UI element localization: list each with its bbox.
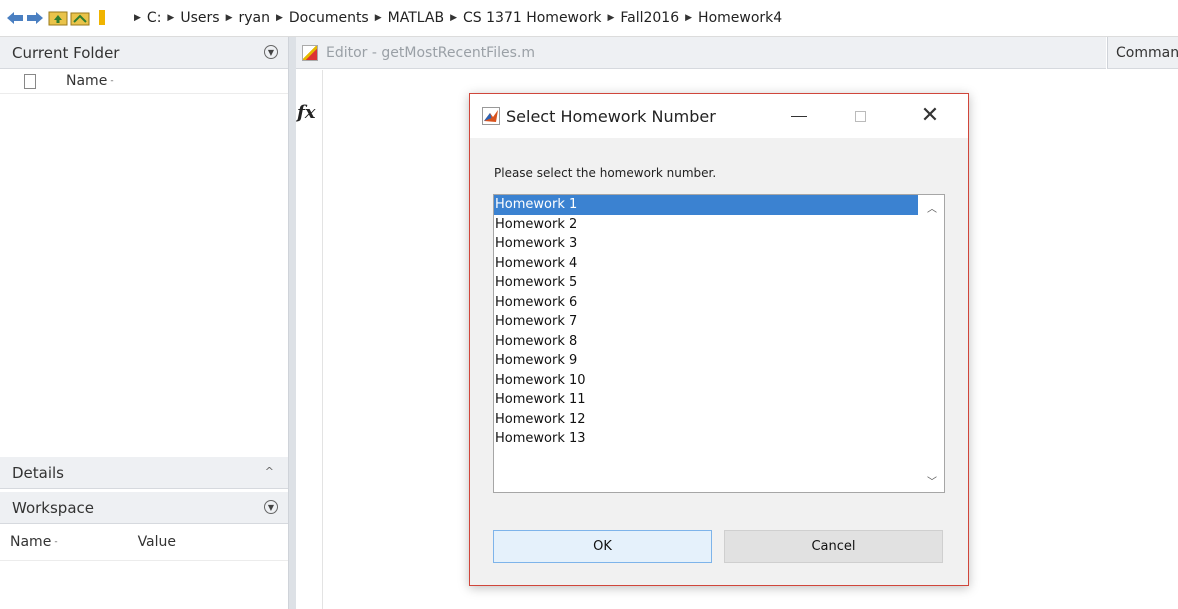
current-folder-title: Current Folder [12,43,120,62]
function-browser-fx-icon[interactable]: fx [297,102,321,128]
breadcrumb-separator-icon: ▶ [134,13,141,23]
list-item[interactable]: Homework 10 [494,371,918,391]
listbox-scrollbar[interactable]: ︿ ﹀ [920,195,944,492]
up-folder-icon[interactable] [48,8,68,28]
breadcrumb-separator-icon: ▶ [167,13,175,23]
list-item[interactable]: Homework 7 [494,312,918,332]
close-button[interactable]: ✕ [907,94,953,138]
breadcrumb-item[interactable]: ryan [238,10,270,26]
dialog-prompt: Please select the homework number. [494,166,717,180]
current-folder-columns: Name - [0,69,288,94]
breadcrumb-item[interactable]: MATLAB [388,10,444,26]
breadcrumb-separator-icon: ▶ [374,13,382,23]
workspace-columns: Name - Value [0,524,288,561]
chevron-up-icon[interactable]: ^ [265,465,274,478]
dialog-title: Select Homework Number [506,106,716,126]
left-panel: Current Folder ▼ Name - Details ^ Worksp… [0,37,289,609]
details-title: Details [12,463,65,482]
editor-tab-label: Editor - getMostRecentFiles.m [326,44,535,61]
folder-icon [98,8,118,28]
breadcrumb-item[interactable]: Homework4 [698,10,782,26]
homework-listbox[interactable]: Homework 1 Homework 2 Homework 3 Homewor… [493,194,945,493]
breadcrumb-item[interactable]: Fall2016 [620,10,679,26]
breadcrumb-item[interactable]: Documents [289,10,369,26]
select-homework-dialog: Select Homework Number ✕ Please select t… [469,93,969,586]
name-column-header[interactable]: Name [66,73,107,89]
back-arrow-icon[interactable] [6,9,24,27]
workspace-header[interactable]: Workspace ▼ [0,492,288,524]
cancel-button[interactable]: Cancel [724,530,943,563]
current-folder-list[interactable] [0,94,288,457]
list-item[interactable]: Homework 3 [494,234,918,254]
breadcrumb-separator-icon: ▶ [685,13,693,23]
editor-gutter-border [322,70,323,609]
homework-list: Homework 1 Homework 2 Homework 3 Homewor… [494,195,918,449]
ok-button[interactable]: OK [493,530,712,563]
breadcrumb-item[interactable]: CS 1371 Homework [463,10,601,26]
list-item[interactable]: Homework 8 [494,332,918,352]
breadcrumb: ▶ C: ▶ Users ▶ ryan ▶ Documents ▶ MATLAB… [128,10,782,26]
sort-indicator: - [110,76,114,86]
list-item[interactable]: Homework 6 [494,293,918,313]
file-icon [24,73,36,89]
list-item[interactable]: Homework 1 [494,195,918,215]
address-bar: ▶ C: ▶ Users ▶ ryan ▶ Documents ▶ MATLAB… [0,0,1178,37]
minimize-button[interactable] [776,94,822,138]
value-column-header[interactable]: Value [138,534,176,550]
matlab-logo-icon [482,107,500,125]
browse-folder-icon[interactable] [70,8,90,28]
workspace-title: Workspace [12,498,94,517]
list-item[interactable]: Homework 4 [494,254,918,274]
editor-tab[interactable]: Editor - getMostRecentFiles.m [296,37,1106,69]
command-window-tab[interactable]: Command Window [1107,37,1178,69]
command-window-tab-label: Command Window [1116,44,1178,61]
panel-divider[interactable] [289,37,296,609]
details-header[interactable]: Details ^ [0,457,288,489]
close-icon: ✕ [920,103,940,128]
editor-pencil-icon [302,44,318,61]
breadcrumb-separator-icon: ▶ [225,13,233,23]
breadcrumb-separator-icon: ▶ [607,13,615,23]
list-item[interactable]: Homework 13 [494,429,918,449]
maximize-button[interactable] [837,94,883,138]
panel-actions-icon[interactable]: ▼ [264,45,278,59]
scroll-up-icon[interactable]: ︿ [920,197,944,217]
dialog-titlebar[interactable]: Select Homework Number ✕ [470,94,968,138]
minimize-icon [791,115,807,117]
breadcrumb-separator-icon: ▶ [275,13,283,23]
forward-arrow-icon[interactable] [26,9,44,27]
breadcrumb-item[interactable]: C: [147,10,162,26]
list-item[interactable]: Homework 9 [494,351,918,371]
list-item[interactable]: Homework 11 [494,390,918,410]
sort-indicator: - [54,537,58,547]
list-item[interactable]: Homework 2 [494,215,918,235]
maximize-icon [854,110,866,122]
current-folder-header[interactable]: Current Folder ▼ [0,37,288,69]
name-column-header[interactable]: Name [10,534,51,550]
panel-actions-icon[interactable]: ▼ [264,500,278,514]
scroll-down-icon[interactable]: ﹀ [920,470,944,490]
list-item[interactable]: Homework 5 [494,273,918,293]
list-item[interactable]: Homework 12 [494,410,918,430]
breadcrumb-separator-icon: ▶ [450,13,458,23]
breadcrumb-item[interactable]: Users [180,10,219,26]
